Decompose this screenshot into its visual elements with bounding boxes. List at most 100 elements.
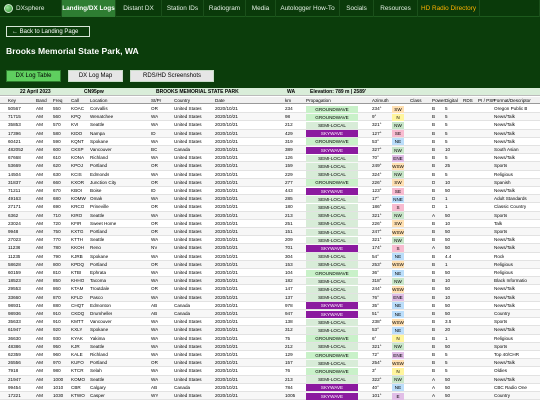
tab-rds-hd-screenshots[interactable]: RDS/HD Screenshots <box>130 70 214 82</box>
table-row[interactable]: 21947 AM 1000 KOMO Seattle WA United States 202… <box>0 375 540 384</box>
site-logo[interactable]: DXsphere <box>0 0 62 17</box>
table-cell: KVI <box>71 122 79 128</box>
table-cell: KJRB <box>71 253 83 259</box>
nav-item-resources[interactable]: Resources <box>374 0 418 17</box>
table-row[interactable]: 23024 AM 720 KFIR Sweet Home OR United States 2… <box>0 220 540 228</box>
table-row[interactable]: 11236 AM 780 KKOH Reno NV United States 2020/10… <box>0 244 540 253</box>
table-cell: United States <box>174 261 202 267</box>
table-cell: News/Talk <box>494 245 515 251</box>
table-cell: Vancouver <box>90 319 112 325</box>
column-header[interactable]: PI / PSP <box>478 98 495 103</box>
nav-item-socials[interactable]: Socials <box>340 0 374 17</box>
table-cell: KPOJ <box>71 163 83 169</box>
table-cell: 212 <box>285 122 293 128</box>
table-row[interactable]: 71715 AM 560 KPQ Wenatchee WA United States 202… <box>0 113 540 122</box>
table-row[interactable]: 11235 AM 790 KJRB Spokane WA United States 2020… <box>0 253 540 261</box>
table-row[interactable]: 35853 AM 570 KVI Seattle WA United States 2020/… <box>0 121 540 130</box>
table-row[interactable]: 27023 AM 770 KTTH Seattle WA United States 2020… <box>0 236 540 245</box>
table-row[interactable]: 98936 AM 910 CKDQ Drumheller AB Canada 2020/10/… <box>0 310 540 319</box>
azimuth-direction-badge: WSW <box>392 359 404 367</box>
table-row[interactable]: 18523 AM 850 KHHO Tacoma WA United States 2020/… <box>0 277 540 286</box>
table-row[interactable]: 27171 AM 690 KRCO Prineville OR United States 2… <box>0 203 540 212</box>
tab-dx-log-table[interactable]: DX Log Table <box>6 70 61 82</box>
nav-item-autologger-how-to[interactable]: Autologger How-To <box>276 0 340 17</box>
table-cell: 104 <box>285 270 293 275</box>
column-header[interactable]: Call <box>71 98 79 103</box>
nav-item-landing-dx-logs[interactable]: Landing/DX Logs <box>62 0 116 17</box>
table-cell: 25 <box>445 163 451 169</box>
table-row[interactable]: 61947 AM 920 KXLY Spokane WA United States 2020… <box>0 326 540 335</box>
tab-dx-log-map[interactable]: DX Log Map <box>68 70 123 82</box>
nav-item-station-ids[interactable]: Station IDs <box>162 0 204 17</box>
table-row[interactable]: 7918 AM 980 KTCR Selah WA United States 2020/10… <box>0 367 540 376</box>
azimuth-direction-badge: SW <box>392 105 404 113</box>
propagation-badge: SEMI-LOCAL <box>306 376 358 384</box>
column-header[interactable]: Date <box>215 98 225 103</box>
nav-item-distant-dx[interactable]: Distant DX <box>116 0 162 17</box>
table-row[interactable]: 36630 AM 930 KYAK Yakima WA United States 2020/… <box>0 335 540 343</box>
table-cell: AM <box>36 179 43 185</box>
table-row[interactable]: 53669 AM 620 KPOJ Portland OR United States 202… <box>0 162 540 171</box>
column-header[interactable]: Band <box>36 98 47 103</box>
table-row[interactable]: 17221 AM 1030 KTWO Casper WY United States 2020… <box>0 392 540 401</box>
column-header[interactable]: Format/Descriptor <box>494 98 531 103</box>
table-cell: Reno <box>90 245 101 251</box>
table-row[interactable]: 60159 AM 810 KTBI Ephrata WA United States 2020… <box>0 269 540 278</box>
table-cell: 790 <box>53 253 61 259</box>
table-cell: 126 <box>285 155 293 161</box>
table-row[interactable]: 14504 AM 630 KCIS Edmonds WA United States 2020… <box>0 171 540 179</box>
nav-item-radiogram[interactable]: Radiogram <box>204 0 246 17</box>
table-cell: KXLY <box>71 327 83 333</box>
table-row[interactable]: 99454 AM 1010 CBR Calgary AB Canada 2020/10/21 7… <box>0 384 540 392</box>
column-header[interactable]: Digital <box>445 98 458 103</box>
propagation-badge: GROUNDWAVE <box>306 179 358 187</box>
table-cell: B <box>432 352 436 357</box>
table-cell: 138 <box>285 319 293 325</box>
table-row[interactable]: 48386 AM 950 KJR Seattle WA United States 2020/… <box>0 342 540 351</box>
column-header[interactable]: Location <box>90 98 107 103</box>
table-row[interactable]: 67668 AM 610 KONA Richland WA United States 202… <box>0 154 540 163</box>
table-row[interactable]: 50567 AM 550 KOAC Corvallis OR United States 20… <box>0 105 540 114</box>
logo-text: DXsphere <box>16 5 45 12</box>
column-header[interactable]: Azimuth <box>372 98 389 103</box>
table-cell: 213 <box>285 376 293 382</box>
column-header[interactable]: Country <box>174 98 190 103</box>
nav-item-media[interactable]: Media <box>246 0 276 17</box>
table-row[interactable]: 26556 AM 970 KUFO Portland OR United States 202… <box>0 359 540 368</box>
table-row[interactable]: 33660 AM 870 KFLD Pasco WA United States 2020/1… <box>0 293 540 302</box>
propagation-badge: SEMI-LOCAL <box>306 220 358 228</box>
nav-item-hd-radio-directory[interactable]: HD Radio Directory <box>418 0 480 17</box>
back-to-landing-button[interactable]: ← Back to Landing Page <box>6 26 90 37</box>
table-cell: KONA <box>71 155 85 161</box>
table-row[interactable]: 482052 AM 600 CKSP Vancouver BC Canada 2020/10/… <box>0 146 540 155</box>
column-header[interactable]: RDS <box>463 98 473 103</box>
table-cell: AM <box>36 171 43 177</box>
table-cell: Religious <box>494 171 513 177</box>
column-header[interactable]: Freq <box>53 98 62 103</box>
table-cell: 48386 <box>8 343 21 349</box>
table-row[interactable]: 71211 AM 670 KBOI Boise ID United States 2020/1… <box>0 187 540 196</box>
table-row[interactable]: 29553 AM 860 KTAM Troutdale OR United States 20… <box>0 285 540 294</box>
table-row[interactable]: 58628 AM 800 KPDQ Portland OR United States 202… <box>0 260 540 269</box>
column-header[interactable]: Key <box>8 98 16 103</box>
table-row[interactable]: 49163 AM 680 KOMW Omak WA United States 2020/10… <box>0 195 540 204</box>
table-cell: 27023 <box>8 237 21 243</box>
column-header[interactable]: Propagation <box>306 98 331 103</box>
table-cell: B <box>432 360 436 366</box>
table-cell: 590 <box>53 138 61 144</box>
table-cell: 321° <box>372 212 382 218</box>
table-row[interactable]: 6362 AM 710 KIRO Seattle WA United States 2020/… <box>0 211 540 220</box>
table-row[interactable]: 35633 AM 910 KMTT Vancouver WA United States 20… <box>0 318 540 327</box>
column-header[interactable]: km <box>285 98 291 103</box>
table-cell: AB <box>151 302 158 308</box>
table-row[interactable]: 60421 AM 590 KQNT Spokane WA United States 2020… <box>0 138 540 146</box>
table-row[interactable]: 98931 AM 880 CHQT Edmonton AB Canada 2020/10/21… <box>0 302 540 310</box>
table-row[interactable]: 62359 AM 960 KALE Richland WA United States 202… <box>0 351 540 360</box>
column-header[interactable]: St/Pr <box>151 98 161 103</box>
table-row[interactable]: 17396 AM 580 KIDO Nampa ID United States 2020/1… <box>0 129 540 138</box>
table-row[interactable]: 31837 AM 660 KXOR Junction City OR United Stat… <box>0 178 540 187</box>
column-header[interactable]: Power <box>432 98 445 103</box>
table-row[interactable]: 9948 AM 750 KXTG Portland OR United States 2020… <box>0 228 540 237</box>
table-cell: B <box>432 327 436 333</box>
column-header[interactable]: Class <box>410 98 422 103</box>
